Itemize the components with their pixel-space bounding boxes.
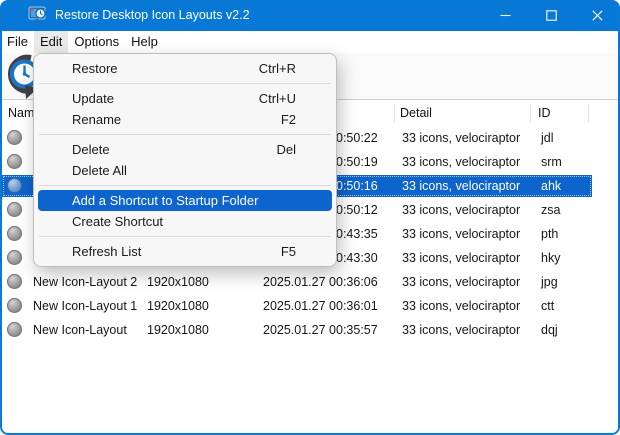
cell-datetime: 2025.01.27 00:35:57 bbox=[263, 318, 378, 342]
menu-item-delete-all[interactable]: Delete All bbox=[38, 160, 332, 181]
layout-sphere-icon bbox=[7, 130, 22, 145]
maximize-button[interactable] bbox=[528, 0, 574, 31]
cell-id: hky bbox=[541, 246, 560, 270]
layout-sphere-icon bbox=[7, 274, 22, 289]
menu-item-label: Rename bbox=[38, 112, 121, 127]
cell-name: New Icon-Layout 1 bbox=[33, 294, 137, 318]
cell-resolution: 1920x1080 bbox=[147, 294, 209, 318]
menu-item-shortcut: F2 bbox=[281, 112, 332, 127]
layout-sphere-icon bbox=[7, 154, 22, 169]
header-separator bbox=[530, 104, 531, 123]
menubar: FileEditOptionsHelp bbox=[0, 31, 620, 53]
cell-id: srm bbox=[541, 150, 562, 174]
menu-separator bbox=[39, 134, 331, 135]
layout-sphere-icon bbox=[7, 202, 22, 217]
menu-item-shortcut: Ctrl+U bbox=[259, 91, 332, 106]
cell-id: dqj bbox=[541, 318, 558, 342]
menu-separator bbox=[39, 185, 331, 186]
close-icon bbox=[592, 10, 603, 21]
app-window: Restore Desktop Icon Layouts v2.2 FileEd… bbox=[0, 0, 620, 435]
cell-detail: 33 icons, velociraptor bbox=[402, 222, 520, 246]
menu-item-label: Create Shortcut bbox=[38, 214, 163, 229]
column-header-detail[interactable]: Detail bbox=[400, 100, 432, 126]
menubar-item-options[interactable]: Options bbox=[68, 31, 125, 53]
layout-sphere-icon bbox=[7, 178, 22, 193]
column-header-id[interactable]: ID bbox=[538, 100, 551, 126]
table-row[interactable]: New Icon-Layout 1920x1080 2025.01.27 00:35… bbox=[0, 318, 620, 342]
menubar-item-edit[interactable]: Edit bbox=[34, 31, 68, 53]
cell-id: zsa bbox=[541, 198, 560, 222]
edit-menu: RestoreCtrl+RUpdateCtrl+URenameF2DeleteD… bbox=[33, 53, 337, 267]
menu-item-shortcut: F5 bbox=[281, 244, 332, 259]
menu-item-label: Update bbox=[38, 91, 114, 106]
header-separator bbox=[394, 104, 395, 123]
layout-sphere-icon bbox=[7, 322, 22, 337]
cell-detail: 33 icons, velociraptor bbox=[402, 294, 520, 318]
menu-separator bbox=[39, 83, 331, 84]
cell-detail: 33 icons, velociraptor bbox=[402, 174, 520, 198]
minimize-button[interactable] bbox=[482, 0, 528, 31]
menu-item-shortcut: Del bbox=[276, 142, 332, 157]
menu-item-update[interactable]: Update Ctrl+U bbox=[38, 88, 332, 109]
menu-item-delete[interactable]: Delete Del bbox=[38, 139, 332, 160]
header-separator bbox=[588, 104, 589, 123]
layout-sphere-icon bbox=[7, 226, 22, 241]
cell-detail: 33 icons, velociraptor bbox=[402, 150, 520, 174]
cell-id: pth bbox=[541, 222, 558, 246]
cell-id: jdl bbox=[541, 126, 554, 150]
table-row[interactable]: New Icon-Layout 1 1920x1080 2025.01.27 00:… bbox=[0, 294, 620, 318]
menu-item-label: Refresh List bbox=[38, 244, 141, 259]
table-row[interactable]: New Icon-Layout 2 1920x1080 2025.01.27 00:… bbox=[0, 270, 620, 294]
menu-item-rename[interactable]: Rename F2 bbox=[38, 109, 332, 130]
menu-item-add-a-shortcut-to-startup-folder[interactable]: Add a Shortcut to Startup Folder bbox=[38, 190, 332, 211]
cell-detail: 33 icons, velociraptor bbox=[402, 126, 520, 150]
menu-item-label: Add a Shortcut to Startup Folder bbox=[38, 193, 258, 208]
cell-name: New Icon-Layout 2 bbox=[33, 270, 137, 294]
cell-id: jpg bbox=[541, 270, 558, 294]
maximize-icon bbox=[546, 10, 557, 21]
menu-item-create-shortcut[interactable]: Create Shortcut bbox=[38, 211, 332, 232]
layout-sphere-icon bbox=[7, 250, 22, 265]
cell-id: ahk bbox=[541, 174, 561, 198]
cell-name: New Icon-Layout bbox=[33, 318, 127, 342]
menu-item-shortcut: Ctrl+R bbox=[259, 61, 332, 76]
cell-datetime: 2025.01.27 00:36:01 bbox=[263, 294, 378, 318]
layout-sphere-icon bbox=[7, 298, 22, 313]
cell-resolution: 1920x1080 bbox=[147, 318, 209, 342]
menu-item-refresh-list[interactable]: Refresh List F5 bbox=[38, 241, 332, 262]
close-button[interactable] bbox=[574, 0, 620, 31]
menu-item-label: Delete All bbox=[38, 163, 127, 178]
cell-detail: 33 icons, velociraptor bbox=[402, 198, 520, 222]
cell-detail: 33 icons, velociraptor bbox=[402, 318, 520, 342]
cell-datetime: 2025.01.27 00:36:06 bbox=[263, 270, 378, 294]
menu-separator bbox=[39, 236, 331, 237]
app-icon bbox=[28, 6, 48, 25]
menubar-item-help[interactable]: Help bbox=[125, 31, 164, 53]
titlebar[interactable]: Restore Desktop Icon Layouts v2.2 bbox=[0, 0, 620, 31]
window-controls bbox=[482, 0, 620, 31]
cell-detail: 33 icons, velociraptor bbox=[402, 246, 520, 270]
cell-id: ctt bbox=[541, 294, 554, 318]
minimize-icon bbox=[500, 10, 511, 21]
cell-detail: 33 icons, velociraptor bbox=[402, 270, 520, 294]
window-title: Restore Desktop Icon Layouts v2.2 bbox=[55, 0, 250, 31]
menu-item-restore[interactable]: Restore Ctrl+R bbox=[38, 58, 332, 79]
cell-resolution: 1920x1080 bbox=[147, 270, 209, 294]
menubar-item-file[interactable]: File bbox=[1, 31, 34, 53]
menu-item-label: Restore bbox=[38, 61, 118, 76]
menu-item-label: Delete bbox=[38, 142, 110, 157]
